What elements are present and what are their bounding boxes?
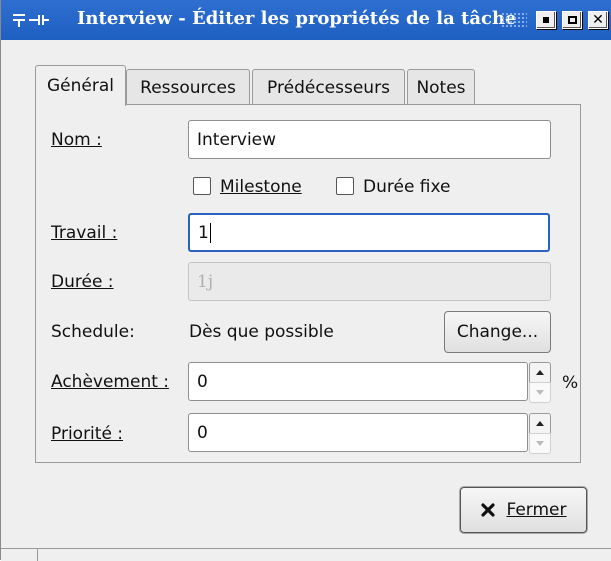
work-input-value: 1: [198, 222, 209, 243]
maximize-button[interactable]: [562, 11, 582, 29]
percent-unit: %: [562, 373, 579, 393]
priority-decrement-button[interactable]: [529, 433, 551, 454]
status-edge: [1, 548, 611, 561]
window-menu-icon[interactable]: [11, 10, 69, 30]
priority-input[interactable]: 0: [188, 413, 528, 452]
change-schedule-label: Change...: [456, 322, 539, 342]
fixed-duration-label[interactable]: Durée fixe: [363, 177, 451, 197]
duration-label: Durée :: [51, 272, 114, 292]
change-schedule-button[interactable]: Change...: [444, 311, 551, 353]
completion-input[interactable]: 0: [188, 362, 528, 401]
completion-increment-button[interactable]: [529, 362, 551, 383]
priority-increment-button[interactable]: [529, 413, 551, 434]
priority-spinner[interactable]: [529, 413, 551, 454]
tab-general[interactable]: Général: [35, 65, 126, 106]
close-button[interactable]: Fermer: [460, 487, 587, 533]
close-icon: ✕: [592, 12, 604, 28]
name-label: Nom :: [51, 130, 102, 150]
arrow-up-icon: [536, 421, 544, 426]
tab-general-label: Général: [47, 76, 114, 96]
tab-resources[interactable]: Ressources: [126, 69, 250, 105]
tab-predecessors[interactable]: Prédécesseurs: [252, 69, 405, 105]
name-input[interactable]: Interview: [188, 120, 551, 159]
window-title: Interview - Éditer les propriétés de la …: [77, 8, 517, 29]
completion-decrement-button[interactable]: [529, 382, 551, 403]
text-cursor: [209, 222, 211, 243]
close-button-label: Fermer: [506, 500, 567, 520]
fixed-duration-checkbox[interactable]: [336, 177, 354, 195]
tab-notes-label: Notes: [416, 77, 466, 98]
tab-predecessors-label: Prédécesseurs: [267, 77, 390, 98]
priority-input-value: 0: [197, 422, 208, 443]
schedule-value: Dès que possible: [189, 322, 334, 342]
milestone-label[interactable]: Milestone: [220, 177, 302, 197]
minimize-button[interactable]: [536, 11, 556, 29]
schedule-label: Schedule:: [51, 322, 135, 342]
name-input-value: Interview: [197, 129, 277, 150]
arrow-up-icon: [536, 370, 544, 375]
duration-input: 1j: [188, 262, 551, 301]
completion-label: Achèvement :: [51, 372, 170, 392]
completion-input-value: 0: [197, 371, 208, 392]
close-window-button[interactable]: ✕: [588, 11, 608, 29]
milestone-checkbox[interactable]: [193, 177, 211, 195]
title-grip: [501, 12, 527, 28]
work-input[interactable]: 1: [188, 213, 550, 252]
duration-input-value: 1j: [197, 271, 214, 292]
arrow-down-icon: [536, 441, 544, 446]
arrow-down-icon: [536, 390, 544, 395]
tab-resources-label: Ressources: [140, 77, 236, 98]
work-label: Travail :: [51, 223, 118, 243]
completion-spinner[interactable]: [529, 362, 551, 403]
priority-label: Priorité :: [51, 424, 124, 444]
tab-notes[interactable]: Notes: [407, 69, 475, 105]
minimize-icon: [537, 12, 555, 28]
task-properties-dialog: Interview - Éditer les propriétés de la …: [0, 0, 611, 561]
maximize-icon: [563, 12, 581, 28]
close-x-icon: [480, 502, 496, 518]
title-bar[interactable]: Interview - Éditer les propriétés de la …: [1, 0, 611, 40]
